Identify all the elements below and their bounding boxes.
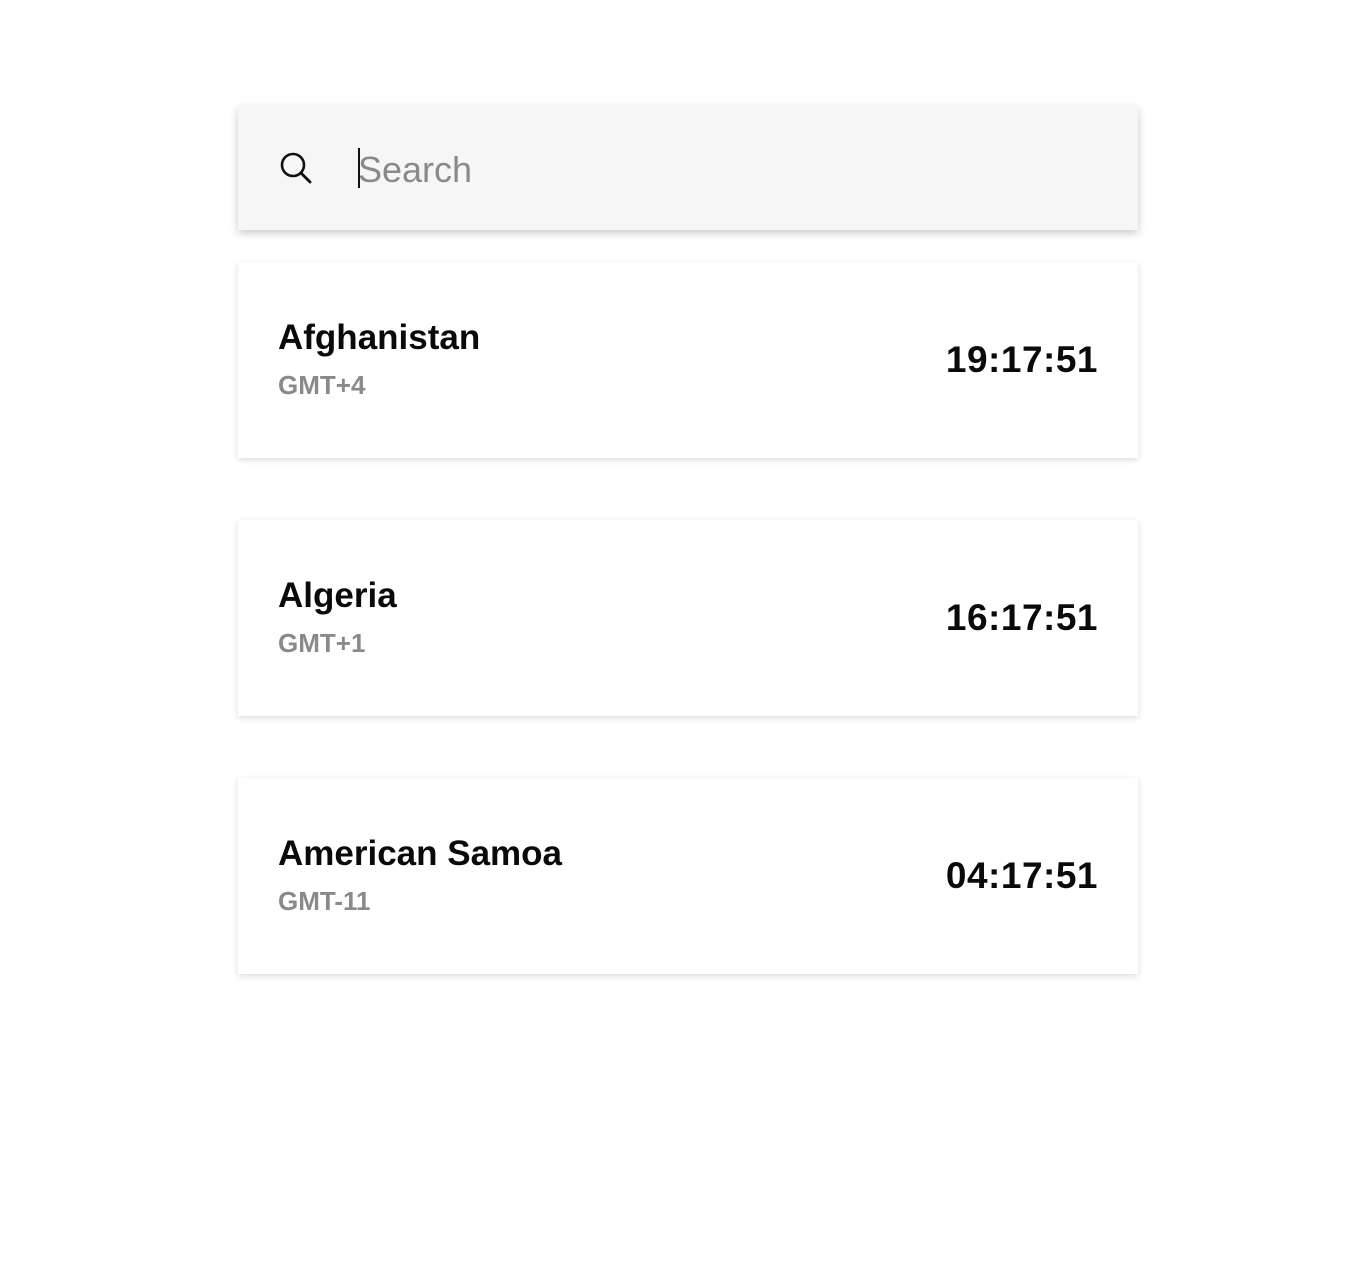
country-name: American Samoa [278,834,563,873]
timezone-card[interactable]: American Samoa GMT-11 04:17:51 [238,778,1138,974]
timezone-card[interactable]: Algeria GMT+1 16:17:51 [238,520,1138,716]
country-name: Algeria [278,576,397,615]
timezone-list: Afghanistan GMT+4 19:17:51 Algeria GMT+1… [238,262,1138,974]
timezone-card[interactable]: Afghanistan GMT+4 19:17:51 [238,262,1138,458]
timezone-info: American Samoa GMT-11 [278,834,563,917]
local-time: 04:17:51 [945,855,1098,896]
text-caret [358,148,360,188]
local-time: 19:17:51 [945,339,1098,380]
world-clock-panel: Afghanistan GMT+4 19:17:51 Algeria GMT+1… [238,106,1138,1036]
gmt-offset: GMT+1 [278,628,366,658]
timezone-info: Afghanistan GMT+4 [278,318,481,401]
timezone-info: Algeria GMT+1 [278,576,397,659]
search-icon[interactable] [278,150,314,186]
search-bar[interactable] [238,106,1138,230]
search-input[interactable] [358,145,1058,195]
local-time: 16:17:51 [945,597,1098,638]
country-name: Afghanistan [278,318,481,357]
gmt-offset: GMT-11 [278,886,371,916]
gmt-offset: GMT+4 [278,370,366,400]
